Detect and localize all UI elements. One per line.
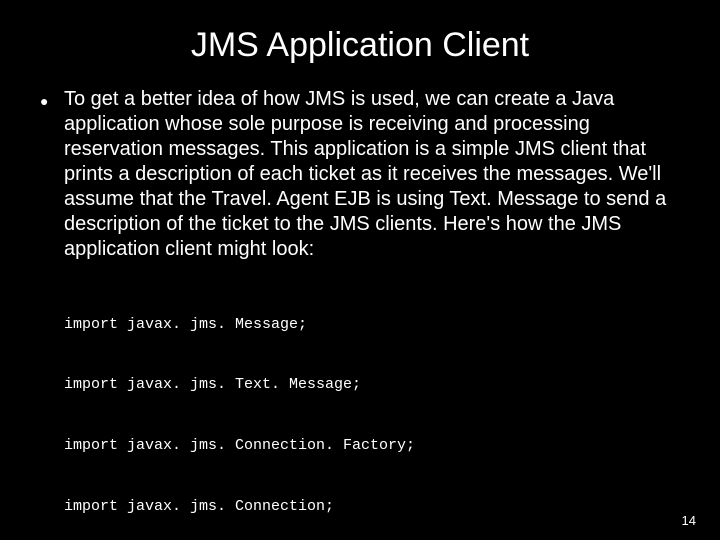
code-block: import javax. jms. Message; import javax… xyxy=(64,274,680,540)
code-line: import javax. jms. Message; xyxy=(64,315,680,335)
code-line: import javax. jms. Connection. Factory; xyxy=(64,436,680,456)
slide-title: JMS Application Client xyxy=(40,26,680,65)
bullet-icon: ● xyxy=(40,87,64,113)
code-line: import javax. jms. Connection; xyxy=(64,497,680,517)
body-paragraph: To get a better idea of how JMS is used,… xyxy=(64,87,680,262)
page-number: 14 xyxy=(682,513,696,528)
code-line: import javax. jms. Text. Message; xyxy=(64,375,680,395)
slide: JMS Application Client ● To get a better… xyxy=(0,0,720,540)
bullet-row: ● To get a better idea of how JMS is use… xyxy=(40,87,680,262)
